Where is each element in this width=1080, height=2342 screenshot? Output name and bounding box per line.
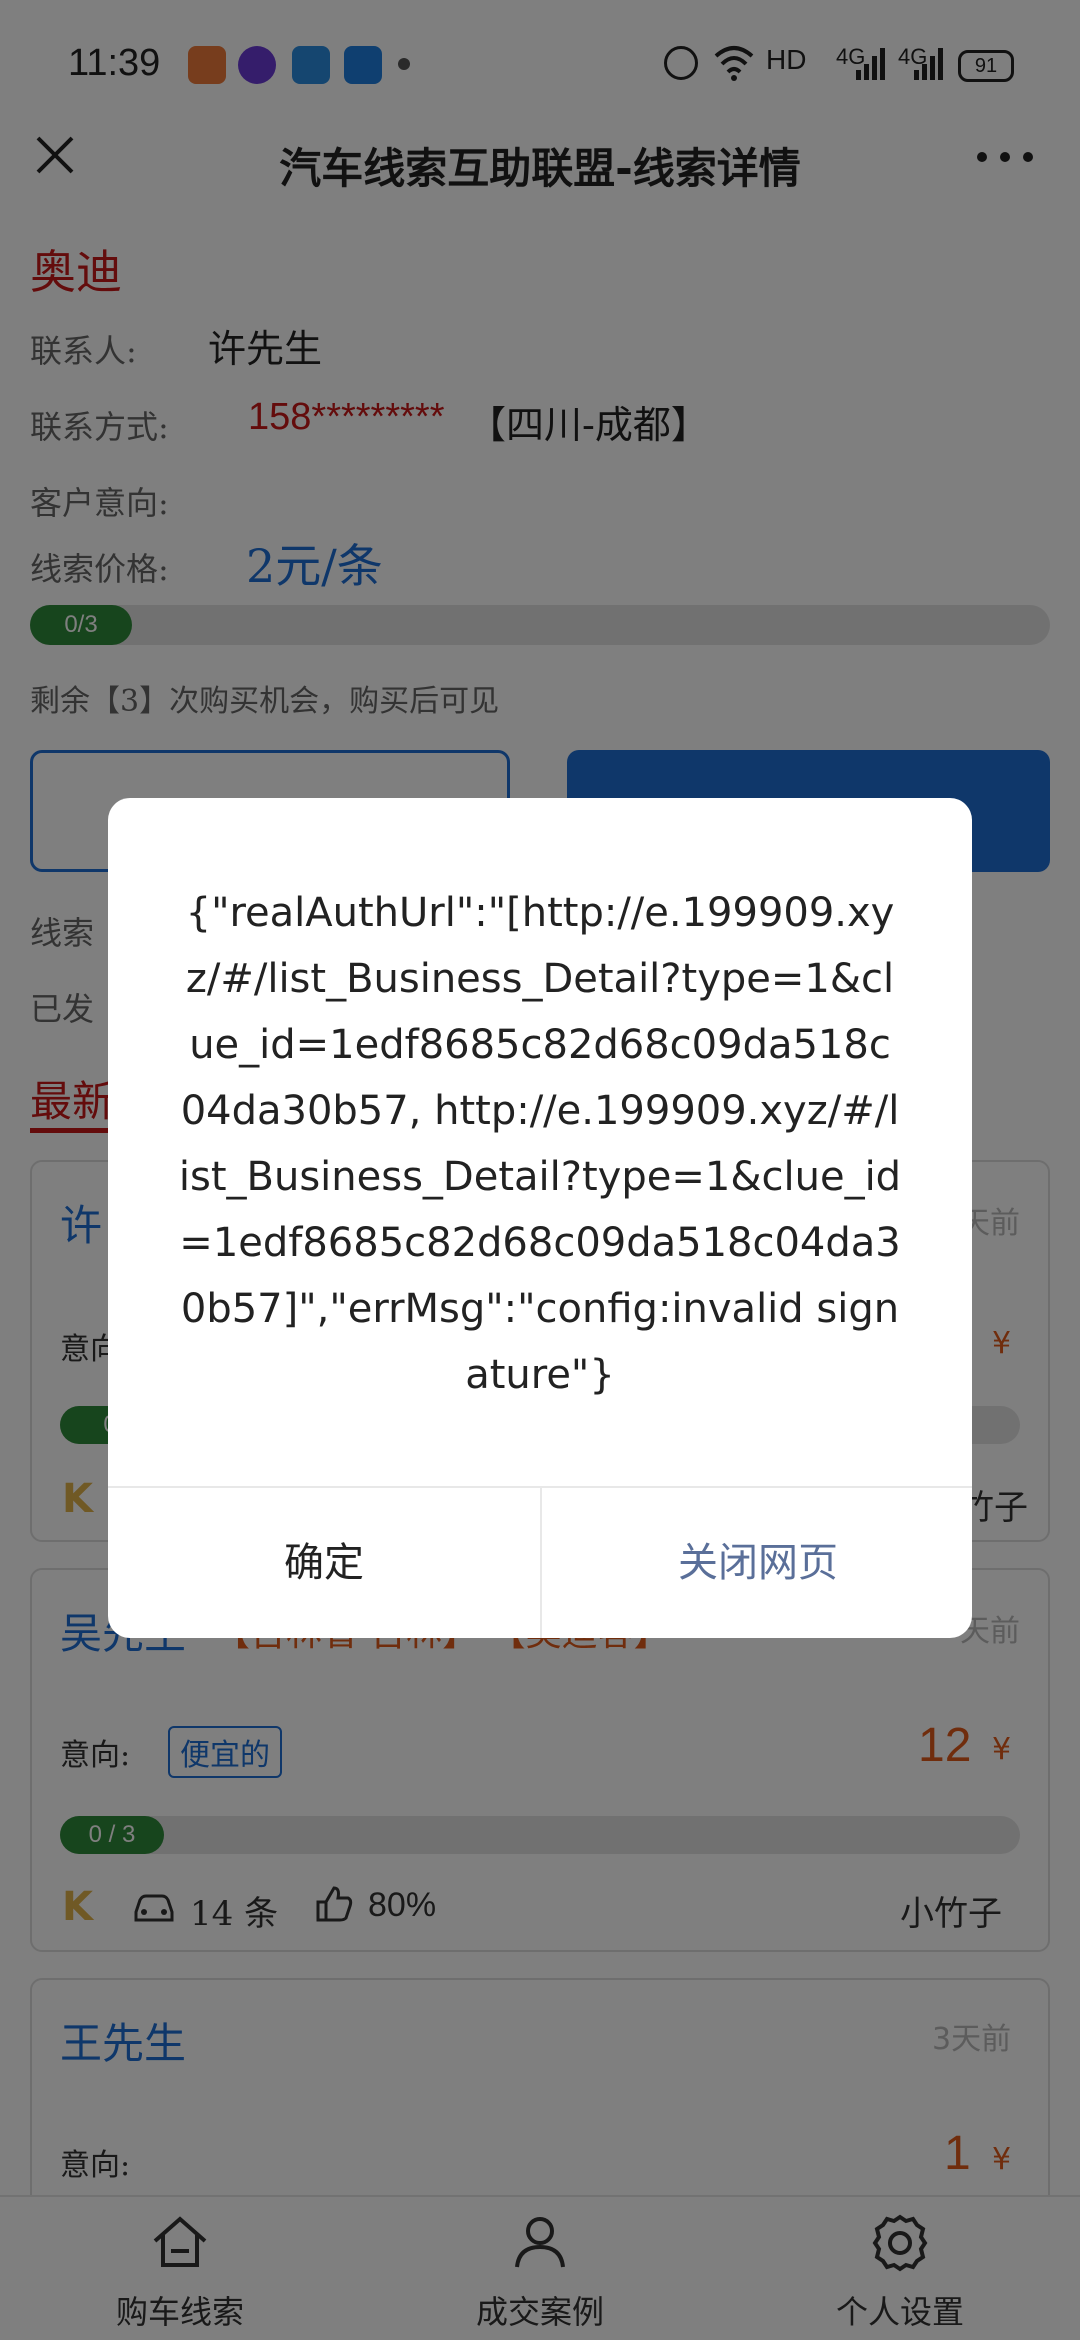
confirm-button[interactable]: 确定 xyxy=(108,1488,540,1638)
close-page-button[interactable]: 关闭网页 xyxy=(542,1488,972,1638)
dialog-message: {"realAuthUrl":"[http://e.199909.xyz/#/l… xyxy=(178,890,902,1398)
alert-dialog: {"realAuthUrl":"[http://e.199909.xyz/#/l… xyxy=(108,798,972,1638)
